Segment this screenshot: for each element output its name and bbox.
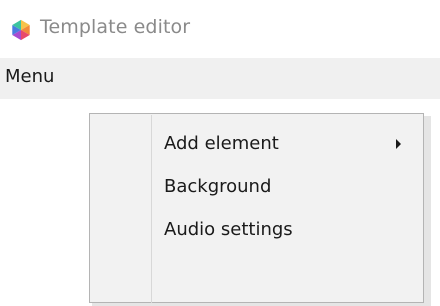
menu-item-label: Audio settings bbox=[164, 219, 293, 240]
context-menu: Add element Background Audio settings bbox=[89, 113, 424, 303]
chevron-right-icon bbox=[396, 139, 401, 149]
menu-bar: Menu bbox=[0, 58, 440, 99]
menu-item-background[interactable]: Background bbox=[92, 169, 421, 205]
menu-button[interactable]: Menu bbox=[5, 66, 54, 87]
app-logo-icon bbox=[12, 19, 30, 41]
menu-item-add-element[interactable]: Add element bbox=[92, 126, 421, 162]
window-title: Template editor bbox=[40, 16, 191, 38]
menu-item-label: Background bbox=[164, 176, 272, 197]
menu-item-label: Add element bbox=[164, 133, 279, 154]
title-bar: Template editor bbox=[0, 0, 440, 58]
menu-item-audio-settings[interactable]: Audio settings bbox=[92, 212, 421, 248]
